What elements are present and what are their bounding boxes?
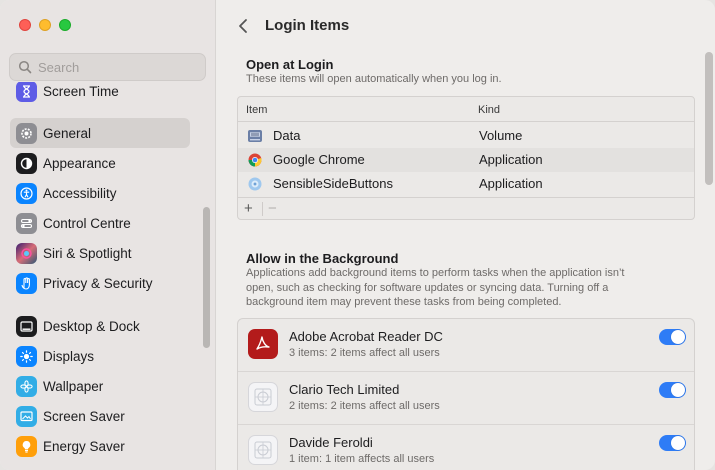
list-item: Adobe Acrobat Reader DC 3 items: 2 items… [238, 319, 694, 372]
flower-icon [16, 375, 37, 397]
sidebar-item-privacy-security[interactable]: Privacy & Security [10, 268, 190, 298]
background-heading: Allow in the Background [246, 251, 399, 266]
sidebar-item-label: Screen Time [43, 83, 119, 99]
generic-app-icon [248, 382, 278, 412]
add-button[interactable]: + [244, 200, 253, 217]
table-row[interactable]: Google Chrome Application [238, 148, 694, 172]
toggle-knob [671, 330, 685, 344]
zoom-button[interactable] [59, 19, 71, 31]
screen-saver-icon [16, 405, 37, 427]
main-scrollbar[interactable] [705, 52, 713, 185]
app-name: Adobe Acrobat Reader DC [289, 329, 443, 344]
column-header-kind[interactable]: Kind [478, 104, 500, 116]
item-name: SensibleSideButtons [273, 176, 393, 191]
minimize-button[interactable] [39, 19, 51, 31]
sun-icon [16, 345, 37, 367]
sidebar-item-label: Accessibility [43, 185, 117, 201]
search-icon [18, 60, 32, 74]
sidebar-item-label: Desktop & Dock [43, 318, 140, 334]
background-subtitle-line: Applications add background items to per… [246, 267, 625, 279]
app-detail: 2 items: 2 items affect all users [289, 400, 440, 412]
toggle-knob [671, 436, 685, 450]
toggle-knob [671, 383, 685, 397]
login-items-table: Item Kind Data Volume Google Chrome Appl… [237, 96, 695, 220]
sidebar-item-displays[interactable]: Displays [10, 341, 190, 371]
item-kind: Volume [479, 128, 523, 143]
list-item: Clario Tech Limited 2 items: 2 items aff… [238, 372, 694, 425]
sidebar-item-accessibility[interactable]: Accessibility [10, 178, 190, 208]
settings-window: Screen Time General Appearance Accessibi… [0, 0, 715, 470]
control-centre-icon [16, 212, 37, 234]
divider [262, 202, 263, 216]
siri-icon [16, 242, 37, 264]
item-name: Google Chrome [273, 152, 365, 167]
sidebar-item-label: General [43, 125, 92, 141]
background-items-list: Adobe Acrobat Reader DC 3 items: 2 items… [237, 318, 695, 470]
main-pane: Login Items Open at Login These items wi… [216, 0, 715, 470]
appearance-icon [16, 152, 37, 174]
sidebar-item-label: Appearance [43, 155, 116, 171]
traffic-lights [19, 19, 71, 31]
open-at-login-subtitle: These items will open automatically when… [246, 73, 502, 85]
background-toggle[interactable] [659, 435, 686, 451]
app-name: Davide Feroldi [289, 435, 373, 450]
background-subtitle-line: background item may prevent these tasks … [246, 296, 562, 308]
close-button[interactable] [19, 19, 31, 31]
sidebar-item-siri-spotlight[interactable]: Siri & Spotlight [10, 238, 190, 268]
chrome-icon [247, 152, 263, 168]
table-row[interactable]: Data Volume [238, 124, 694, 148]
item-kind: Application [479, 152, 543, 167]
sidebar-item-label: Privacy & Security [43, 275, 153, 291]
app-icon [247, 176, 263, 192]
app-detail: 1 item: 1 item affects all users [289, 453, 435, 465]
background-subtitle-line: open, such as checking for software upda… [246, 281, 609, 294]
background-toggle[interactable] [659, 329, 686, 345]
column-header-item[interactable]: Item [246, 104, 267, 116]
search-field[interactable] [9, 53, 206, 81]
sidebar: Screen Time General Appearance Accessibi… [0, 0, 216, 470]
dock-icon [16, 315, 37, 337]
hand-icon [16, 272, 37, 294]
sidebar-item-control-centre[interactable]: Control Centre [10, 208, 190, 238]
volume-icon [247, 128, 263, 144]
sidebar-item-screen-saver[interactable]: Screen Saver [10, 401, 190, 431]
sidebar-item-screen-time[interactable]: Screen Time [10, 82, 190, 106]
app-detail: 3 items: 2 items affect all users [289, 347, 440, 359]
sidebar-item-label: Displays [43, 348, 95, 364]
app-name: Clario Tech Limited [289, 382, 400, 397]
sidebar-list: Screen Time General Appearance Accessibi… [0, 82, 210, 470]
table-header: Item Kind [238, 97, 694, 122]
sidebar-item-label: Screen Saver [43, 408, 125, 424]
sidebar-item-label: Control Centre [43, 215, 131, 231]
item-kind: Application [479, 176, 543, 191]
chevron-left-icon [239, 19, 247, 33]
sidebar-item-energy-saver[interactable]: Energy Saver [10, 431, 190, 461]
search-input[interactable] [38, 59, 198, 75]
sidebar-item-label: Energy Saver [43, 438, 125, 454]
back-button[interactable] [234, 15, 252, 37]
table-footer: + − [238, 197, 694, 219]
accessibility-icon [16, 182, 37, 204]
sidebar-scrollbar[interactable] [203, 207, 210, 348]
sidebar-item-general[interactable]: General [10, 118, 190, 148]
remove-button[interactable]: − [268, 200, 277, 217]
generic-app-icon [248, 435, 278, 465]
sidebar-item-label: Siri & Spotlight [43, 245, 132, 261]
hourglass-icon [16, 82, 37, 102]
gear-icon [16, 122, 37, 144]
sidebar-item-desktop-dock[interactable]: Desktop & Dock [10, 311, 190, 341]
acrobat-icon [248, 329, 278, 359]
sidebar-item-label: Wallpaper [43, 378, 104, 394]
table-row[interactable]: SensibleSideButtons Application [238, 172, 694, 196]
open-at-login-heading: Open at Login [246, 57, 334, 72]
list-item: Davide Feroldi 1 item: 1 item affects al… [238, 425, 694, 470]
background-toggle[interactable] [659, 382, 686, 398]
sidebar-item-wallpaper[interactable]: Wallpaper [10, 371, 190, 401]
sidebar-item-appearance[interactable]: Appearance [10, 148, 190, 178]
item-name: Data [273, 128, 301, 143]
page-title: Login Items [265, 17, 350, 34]
lightbulb-icon [16, 435, 37, 457]
